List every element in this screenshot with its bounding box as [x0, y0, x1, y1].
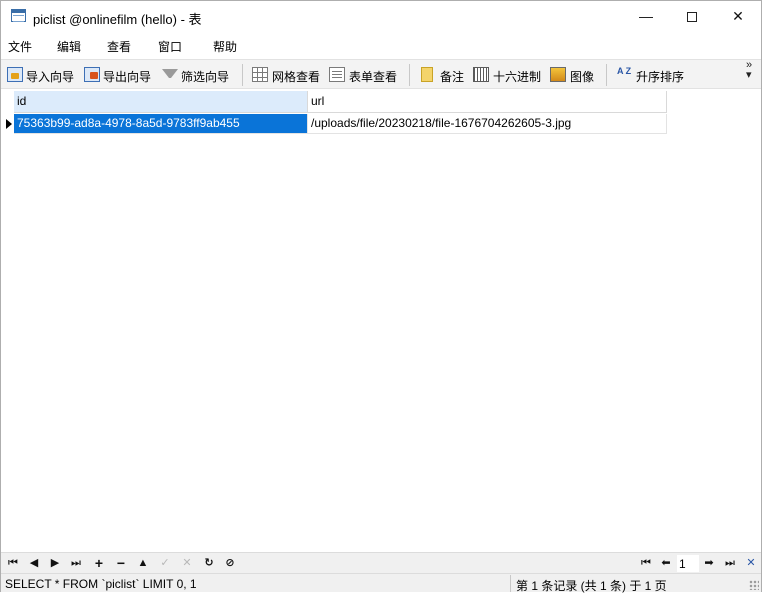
delete-record-icon[interactable]: − [113, 555, 129, 571]
status-separator [510, 575, 511, 592]
import-icon [7, 67, 23, 82]
filter-wizard-label: 筛选向导 [181, 70, 230, 84]
title-bar: piclist @onlinefilm (hello) - 表 — ✕ [1, 1, 761, 32]
move-up-icon[interactable]: ▲ [135, 555, 151, 571]
menu-view[interactable]: 查看 [107, 38, 131, 55]
filter-icon [162, 69, 178, 84]
grid-view-button[interactable]: 网格查看 [252, 66, 324, 84]
column-header-id[interactable]: id [14, 91, 308, 113]
memo-icon [421, 67, 433, 82]
toolbar-overflow-button[interactable]: » ▾ [746, 59, 753, 81]
row-indicator-arrow-icon [1, 114, 14, 134]
status-sql-query: SELECT * FROM `piclist` LIMIT 0, 1 [5, 577, 197, 591]
memo-label: 备注 [440, 70, 465, 84]
hex-button[interactable]: 十六进制 [473, 66, 543, 84]
resize-grip-icon[interactable] [749, 580, 759, 590]
refresh-icon[interactable]: ↻ [201, 555, 217, 571]
status-bar: SELECT * FROM `piclist` LIMIT 0, 1 第 1 条… [1, 573, 761, 593]
next-record-icon[interactable]: ▶ [47, 555, 63, 571]
import-wizard-button[interactable]: 导入向导 [7, 66, 79, 84]
add-record-icon[interactable]: + [91, 555, 107, 571]
menu-file[interactable]: 文件 [8, 38, 32, 55]
menu-bar: 文件 编辑 查看 窗口 帮助 [1, 35, 761, 57]
last-record-icon[interactable]: ⏭ [68, 555, 84, 571]
hex-icon [473, 67, 489, 82]
close-button[interactable]: ✕ [715, 1, 761, 32]
table-cell-url[interactable]: /uploads/file/20230218/file-167670426260… [308, 114, 667, 134]
table-cell-id[interactable]: 75363b99-ad8a-4978-8a5d-9783ff9ab455 [14, 114, 308, 134]
hex-label: 十六进制 [493, 70, 542, 84]
toolbar-separator [606, 64, 607, 86]
form-view-button[interactable]: 表单查看 [329, 66, 401, 84]
image-label: 图像 [570, 70, 595, 84]
app-window: piclist @onlinefilm (hello) - 表 — ✕ 文件 编… [0, 0, 762, 593]
sort-ascending-label: 升序排序 [636, 70, 685, 84]
tools-icon[interactable]: ✕ [743, 555, 759, 571]
previous-page-icon[interactable]: ⬅ [658, 555, 674, 571]
first-record-icon[interactable]: ⏮ [5, 555, 21, 571]
maximize-icon [687, 12, 697, 23]
menu-help[interactable]: 帮助 [213, 38, 237, 55]
memo-button[interactable]: 备注 [421, 66, 467, 84]
chevron-right-icon: » [746, 59, 753, 71]
stop-icon[interactable]: ⊘ [222, 555, 238, 571]
filter-wizard-button[interactable]: 筛选向导 [162, 66, 234, 84]
window-title: piclist @onlinefilm (hello) - 表 [33, 12, 202, 27]
menu-window[interactable]: 窗口 [158, 38, 182, 55]
discard-changes-icon[interactable]: ✕ [179, 555, 195, 571]
form-icon [329, 67, 345, 82]
toolbar: 导入向导 导出向导 筛选向导 网格查看 表单查看 备注 十六进制 图像 A Z … [1, 59, 761, 89]
image-icon [550, 67, 566, 82]
export-icon [84, 67, 100, 82]
column-header-url[interactable]: url [308, 91, 667, 113]
minimize-button[interactable]: — [623, 1, 669, 32]
record-navigation-bar: ⏮ ◀ ▶ ⏭ + − ▲ ✓ ✕ ↻ ⊘ ⏮ ⬅ ➡ ⏭ ✕ [1, 552, 761, 573]
grid-view-label: 网格查看 [272, 70, 321, 84]
import-wizard-label: 导入向导 [26, 70, 75, 84]
image-button[interactable]: 图像 [550, 66, 598, 84]
last-page-icon[interactable]: ⏭ [722, 555, 738, 571]
next-page-icon[interactable]: ➡ [701, 555, 717, 571]
toolbar-separator [242, 64, 243, 86]
export-wizard-button[interactable]: 导出向导 [84, 66, 156, 84]
sort-ascending-icon: A Z [617, 66, 632, 76]
first-page-icon[interactable]: ⏮ [638, 555, 654, 571]
toolbar-separator [409, 64, 410, 86]
page-number-input[interactable] [677, 555, 699, 572]
previous-record-icon[interactable]: ◀ [26, 555, 42, 571]
status-record-info: 第 1 条记录 (共 1 条) 于 1 页 [516, 579, 667, 593]
data-grid[interactable]: id url 75363b99-ad8a-4978-8a5d-9783ff9ab… [1, 90, 761, 552]
menu-edit[interactable]: 编辑 [57, 38, 81, 55]
grid-icon [252, 67, 268, 82]
form-view-label: 表单查看 [349, 70, 398, 84]
sort-ascending-button[interactable]: A Z 升序排序 [617, 66, 689, 85]
maximize-button[interactable] [669, 1, 715, 32]
export-wizard-label: 导出向导 [103, 70, 152, 84]
apply-changes-icon[interactable]: ✓ [157, 555, 173, 571]
table-icon [11, 9, 26, 22]
